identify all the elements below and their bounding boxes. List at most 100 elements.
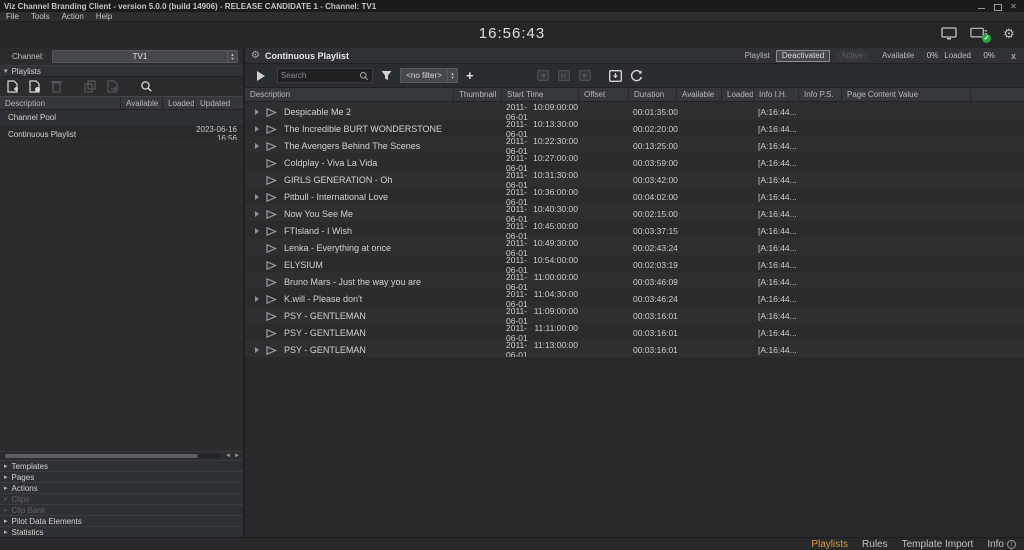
col-offset[interactable]: Offset — [578, 88, 628, 101]
import-playlist-icon[interactable] — [27, 80, 42, 94]
playlist-row[interactable]: Coldplay - Viva La Vida 2011-06-01 10:27… — [245, 153, 1024, 170]
playlist-row[interactable]: Lenka - Everything at once 2011-06-01 10… — [245, 238, 1024, 255]
playlist-row[interactable]: GIRLS GENERATION - Oh 2011-06-01 10:31:3… — [245, 170, 1024, 187]
minimize-button[interactable] — [977, 2, 986, 11]
playlist-row[interactable]: Pitbull - International Love 2011-06-01 … — [245, 187, 1024, 204]
deactivated-button[interactable]: Deactivated — [776, 50, 830, 62]
tab-info-label: Info — [987, 539, 1004, 550]
menu-action[interactable]: Action — [56, 12, 90, 22]
play-outline-icon — [266, 193, 277, 202]
accordion-pilot-data-elements[interactable]: ▸Pilot Data Elements — [0, 515, 243, 526]
screens-check-icon[interactable]: ✓ — [970, 26, 988, 42]
cell-duration: 00:03:16:01 — [628, 345, 676, 355]
col-info-ih[interactable]: Info I.H. — [753, 88, 798, 101]
channel-spinner-icon[interactable]: ▲▼ — [227, 51, 237, 62]
tab-template-import[interactable]: Template Import — [902, 539, 974, 550]
cell-duration: 00:02:03:19 — [628, 260, 676, 270]
menu-help[interactable]: Help — [90, 12, 118, 22]
col-available[interactable]: Available — [676, 88, 721, 101]
col-available[interactable]: Available — [120, 97, 162, 110]
playlist-row[interactable]: PSY - GENTLEMAN 2011-06-01 11:11:00:00 0… — [245, 323, 1024, 340]
accordion-templates[interactable]: ▸Templates — [0, 460, 243, 471]
expand-arrow-icon[interactable] — [255, 211, 259, 217]
table-row[interactable]: Continuous Playlist 2023-06-16 16:56 — [0, 125, 243, 140]
menu-tools[interactable]: Tools — [25, 12, 56, 22]
new-playlist-icon[interactable] — [5, 80, 20, 94]
tab-playlists[interactable]: Playlists — [811, 539, 848, 550]
tab-info[interactable]: Info i — [987, 539, 1016, 550]
refresh-icon[interactable] — [630, 69, 643, 82]
export-icon[interactable] — [105, 80, 120, 94]
monitor-icon[interactable] — [940, 26, 958, 42]
scrollbar-thumb[interactable] — [5, 454, 198, 458]
expand-arrow-icon[interactable] — [255, 228, 259, 234]
cue-icon[interactable] — [537, 70, 549, 81]
col-page-content-value[interactable]: Page Content Value — [841, 88, 970, 101]
connected-check-badge: ✓ — [982, 34, 991, 43]
expand-arrow-icon[interactable] — [255, 143, 259, 149]
horizontal-scrollbar[interactable]: ◄ ► — [0, 451, 243, 460]
add-icon[interactable]: + — [466, 69, 474, 83]
search-input[interactable] — [281, 71, 356, 80]
expand-arrow-icon[interactable] — [255, 347, 259, 353]
accordion-actions[interactable]: ▸Actions — [0, 482, 243, 493]
playlists-section-header[interactable]: ▾ Playlists — [0, 65, 243, 77]
playlist-row[interactable]: The Incredible BURT WONDERSTONE 2011-06-… — [245, 119, 1024, 136]
playlists-toolbar — [0, 77, 243, 96]
playlist-row[interactable]: Despicable Me 2 2011-06-01 10:09:00:00 0… — [245, 102, 1024, 119]
col-updated[interactable]: Updated — [194, 97, 243, 110]
play-outline-icon — [266, 125, 277, 134]
playlist-row[interactable]: ELYSIUM 2011-06-01 10:54:00:00 00:02:03:… — [245, 255, 1024, 272]
col-thumbnail[interactable]: Thumbnail — [453, 88, 501, 101]
tab-rules[interactable]: Rules — [862, 539, 888, 550]
col-description[interactable]: Description — [245, 88, 453, 101]
restore-button[interactable] — [993, 2, 1002, 11]
element-name: PSY - GENTLEMAN — [284, 345, 366, 355]
col-start-time[interactable]: Start Time — [501, 88, 578, 101]
accordion-statistics[interactable]: ▸Statistics — [0, 526, 243, 537]
channel-select[interactable]: TV1 ▲▼ — [52, 50, 238, 63]
col-loaded[interactable]: Loaded — [162, 97, 194, 110]
close-playlist-button[interactable]: x — [1011, 51, 1018, 61]
scroll-right-icon[interactable]: ► — [234, 452, 240, 460]
cell-info-ih: [A:16:44... — [753, 175, 798, 185]
table-row[interactable]: Channel Pool — [0, 110, 243, 125]
playlist-row[interactable]: The Avengers Behind The Scenes 2011-06-0… — [245, 136, 1024, 153]
play-icon[interactable] — [251, 71, 269, 81]
element-name: The Avengers Behind The Scenes — [284, 141, 420, 151]
col-duration[interactable]: Duration — [628, 88, 676, 101]
out-icon[interactable] — [579, 70, 591, 81]
scroll-left-icon[interactable]: ◄ — [225, 452, 231, 460]
expand-arrow-icon[interactable] — [255, 194, 259, 200]
col-info-ps[interactable]: Info P.S. — [798, 88, 841, 101]
playlist-row[interactable]: FTIsland - I Wish 2011-06-01 10:45:00:00… — [245, 221, 1024, 238]
gear-icon[interactable]: ⚙ — [1000, 26, 1018, 42]
filter-spinner-icon[interactable]: ▲▼ — [447, 69, 457, 82]
take-icon[interactable] — [558, 70, 570, 81]
filter-select[interactable]: <no filter> ▲▼ — [400, 68, 458, 83]
playlist-row[interactable]: K.will - Please don't 2011-06-01 11:04:3… — [245, 289, 1024, 306]
filter-icon[interactable] — [381, 70, 392, 81]
accordion-pages[interactable]: ▸Pages — [0, 471, 243, 482]
filter-value: <no filter> — [401, 71, 447, 80]
col-loaded[interactable]: Loaded — [721, 88, 753, 101]
scrollbar-track[interactable] — [3, 454, 222, 458]
cell-duration: 00:03:59:00 — [628, 158, 676, 168]
playlist-row[interactable]: PSY - GENTLEMAN 2011-06-01 11:09:00:00 0… — [245, 306, 1024, 323]
playlist-row[interactable]: PSY - GENTLEMAN 2011-06-01 11:13:00:00 0… — [245, 340, 1024, 357]
status-bar: Playlists Rules Template Import Info i — [0, 537, 1024, 550]
delete-icon[interactable] — [49, 80, 64, 94]
playlist-row[interactable]: Bruno Mars - Just the way you are 2011-0… — [245, 272, 1024, 289]
col-description[interactable]: Description — [0, 97, 120, 110]
active-button[interactable]: Active — [836, 50, 868, 62]
monitor-load-icon[interactable] — [609, 70, 622, 82]
expand-arrow-icon[interactable] — [255, 296, 259, 302]
copy-icon[interactable] — [83, 80, 98, 94]
search-icon[interactable] — [139, 80, 154, 94]
expand-arrow-icon[interactable] — [255, 126, 259, 132]
menu-file[interactable]: File — [0, 12, 25, 22]
playlist-row[interactable]: Now You See Me 2011-06-01 10:40:30:00 00… — [245, 204, 1024, 221]
accordion-label: Pilot Data Elements — [12, 517, 82, 526]
expand-arrow-icon[interactable] — [255, 109, 259, 115]
close-button[interactable]: ✕ — [1009, 2, 1018, 11]
